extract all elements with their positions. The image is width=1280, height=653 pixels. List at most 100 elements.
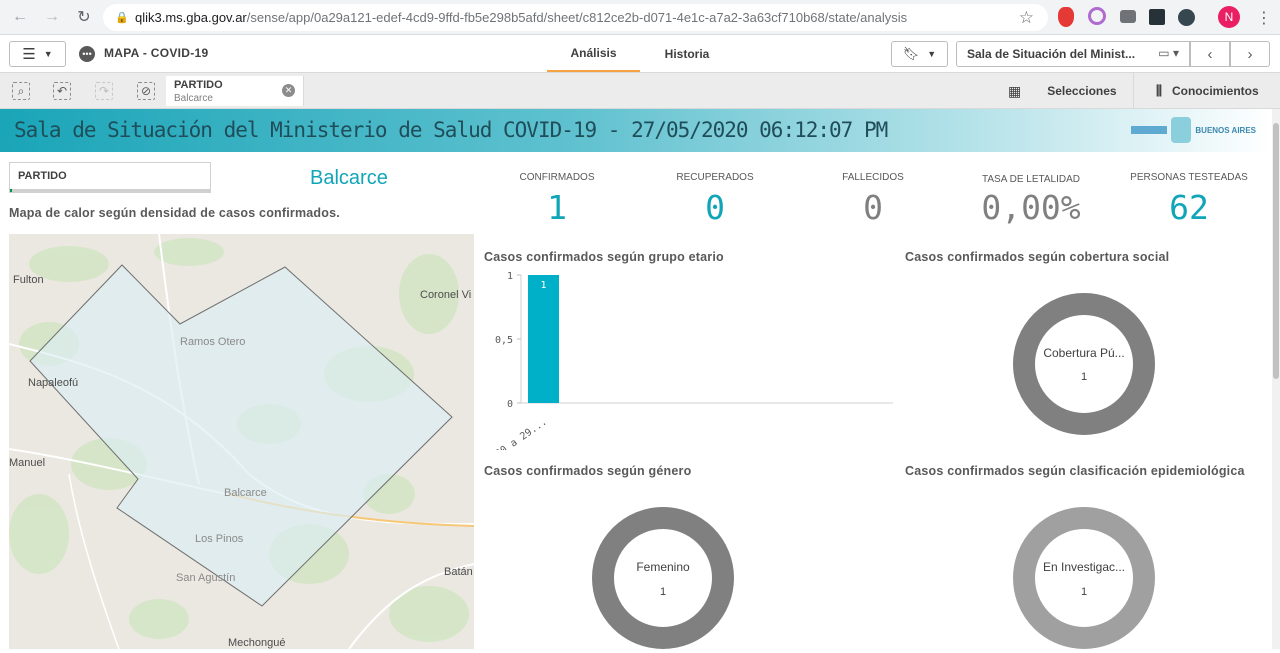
epi-donut-chart[interactable] <box>1009 503 1159 653</box>
clear-all-icon[interactable]: ⊘ <box>137 82 155 100</box>
map-caption: Mapa de calor según densidad de casos co… <box>9 206 340 220</box>
coverage-chart-title: Casos confirmados según cobertura social <box>905 250 1170 264</box>
map-canvas <box>9 234 474 649</box>
bookmark-icon: 🔖︎ <box>902 46 920 61</box>
next-sheet-button[interactable]: › <box>1230 41 1270 67</box>
bookmarks-button[interactable]: 🔖︎ ▼ <box>891 41 948 67</box>
partido-filter[interactable]: PARTIDO <box>9 162 211 193</box>
y-tick-label: 0 <box>507 399 513 410</box>
extension-shield-icon[interactable] <box>1058 7 1074 27</box>
step-forward-icon[interactable]: ↷ <box>95 82 113 100</box>
previous-sheet-button[interactable]: ‹ <box>1190 41 1230 67</box>
profile-avatar[interactable]: N <box>1218 6 1240 28</box>
kpi-label: PERSONAS TESTEADAS <box>1130 172 1248 183</box>
clear-selection-icon[interactable]: ✕ <box>282 84 295 97</box>
back-icon[interactable]: ← <box>8 5 32 29</box>
donut-slice-value: 1 <box>1080 371 1088 383</box>
global-menu-button[interactable]: ☰ ▼ <box>9 41 66 67</box>
step-back-icon[interactable]: ↶ <box>53 82 71 100</box>
map-place-label: Ramos Otero <box>180 336 246 348</box>
chevron-down-icon: ▼ <box>927 49 937 59</box>
map-place-label: Batán <box>444 566 473 578</box>
heat-map[interactable]: Fulton Coronel Vi Ramos Otero Napaleofú … <box>9 234 474 649</box>
logo-bar-icon <box>1131 126 1168 134</box>
donut-slice-value: 1 <box>1080 586 1088 598</box>
kpi-value: 0 <box>705 188 725 227</box>
tab-label: Historia <box>664 46 710 61</box>
donut-slice-label: Cobertura Pú... <box>1043 346 1125 360</box>
selections-button[interactable]: ▦ Selecciones <box>1008 73 1117 109</box>
extension-circle-icon[interactable] <box>1088 7 1106 25</box>
age-bar-chart[interactable]: 0 0,5 1 1 20 a 29... <box>484 268 896 450</box>
donut-slice <box>592 507 734 649</box>
camera-icon[interactable] <box>1120 10 1136 23</box>
gender-chart-title: Casos confirmados según género <box>484 464 692 478</box>
map-place-label: Manuel <box>9 457 46 469</box>
sheet-view-chevron-icon: ▭ ▾ <box>1158 46 1179 60</box>
tab-label: Análisis <box>570 45 617 60</box>
kpi-label: RECUPERADOS <box>676 172 754 183</box>
kpi-value: 0,00% <box>981 188 1081 227</box>
dashboard-banner: Sala de Situación del Ministerio de Salu… <box>0 109 1272 152</box>
epi-chart-title: Casos confirmados según clasificación ep… <box>905 464 1245 478</box>
scrollbar[interactable] <box>1272 109 1280 649</box>
province-map-icon <box>1171 117 1192 143</box>
bookmark-star-icon[interactable]: ☆ <box>1019 8 1034 28</box>
filter-label: PARTIDO <box>18 170 67 182</box>
map-place-label: Los Pinos <box>195 533 244 545</box>
selection-bar: ⌕ ↶ ↷ ⊘ PARTIDO Balcarce ✕ ▦ Selecciones… <box>0 73 1280 109</box>
forward-icon[interactable]: → <box>40 5 64 29</box>
insights-button[interactable]: ⫼ Conocimientos <box>1133 73 1259 109</box>
kpi-label: CONFIRMADOS <box>519 172 595 183</box>
scrollbar-thumb[interactable] <box>1273 123 1279 379</box>
tab-historia[interactable]: Historia <box>642 35 732 72</box>
kpi-label: TASA DE LETALIDAD <box>982 174 1080 185</box>
address-bar[interactable]: 🔒 qlik3.ms.gba.gov.ar /sense/app/0a29a12… <box>103 4 1048 31</box>
insights-label: Conocimientos <box>1171 84 1259 98</box>
map-place-label: Napaleofú <box>28 377 79 389</box>
browser-bar: ← → ↻ 🔒 qlik3.ms.gba.gov.ar /sense/app/0… <box>0 0 1280 35</box>
app-icon: ••• <box>79 46 95 62</box>
bar-data-label: 1 <box>540 280 546 291</box>
smart-search-icon[interactable]: ⌕ <box>12 82 30 100</box>
y-tick-label: 1 <box>507 271 513 282</box>
x-tick-label: 20 a 29... <box>494 416 550 450</box>
browser-menu-icon[interactable]: ⋮ <box>1256 8 1272 28</box>
selections-icon: ▦ <box>1008 82 1022 99</box>
qlik-toolbar: ☰ ▼ ••• MAPA - COVID-19 Análisis Histori… <box>0 35 1280 73</box>
donut-slice <box>1013 293 1155 435</box>
app-title: MAPA - COVID-19 <box>104 46 209 60</box>
insights-icon: ⫼ <box>1156 83 1162 98</box>
map-place-label: Coronel Vi <box>420 289 472 301</box>
url-host: qlik3.ms.gba.gov.ar <box>135 10 247 25</box>
selection-chip[interactable]: PARTIDO Balcarce ✕ <box>166 76 304 106</box>
map-place-label: Fulton <box>13 274 44 286</box>
url-path: /sense/app/0a29a121-edef-4cd9-9ffd-fb5e2… <box>246 10 908 25</box>
tab-analisis[interactable]: Análisis <box>547 35 640 72</box>
sheet-name: Sala de Situación del Minist... <box>967 47 1136 61</box>
reload-icon[interactable]: ↻ <box>72 5 96 29</box>
kpi-value: 0 <box>863 188 883 227</box>
gender-donut-chart[interactable] <box>588 503 738 653</box>
kpi-value: 1 <box>547 188 567 227</box>
extension-badge-icon[interactable] <box>1178 9 1195 26</box>
dashboard-title: Sala de Situación del Ministerio de Salu… <box>14 118 888 142</box>
age-chart-title: Casos confirmados según grupo etario <box>484 250 724 264</box>
kpi-value: 62 <box>1169 188 1209 227</box>
sheet-selector[interactable]: Sala de Situación del Minist... ▭ ▾ <box>956 41 1190 67</box>
coverage-donut-chart[interactable] <box>1009 289 1159 439</box>
ministry-logo: BUENOS AIRES <box>1131 117 1256 143</box>
kpi-label: FALLECIDOS <box>842 172 904 183</box>
map-place-label: Balcarce <box>224 487 267 499</box>
filter-selection-bar <box>10 189 210 192</box>
map-place-label: San Agustín <box>176 572 236 584</box>
selections-label: Selecciones <box>1047 84 1117 98</box>
donut-slice-label: Femenino <box>636 560 690 574</box>
chevron-down-icon: ▼ <box>43 49 53 59</box>
map-place-label: Mechongué <box>228 637 286 649</box>
lock-icon: 🔒 <box>115 12 129 24</box>
chip-value: Balcarce <box>174 93 213 104</box>
logo-text: BUENOS AIRES <box>1195 125 1256 135</box>
chip-field: PARTIDO <box>174 79 223 91</box>
extension-square-icon[interactable] <box>1149 9 1165 25</box>
